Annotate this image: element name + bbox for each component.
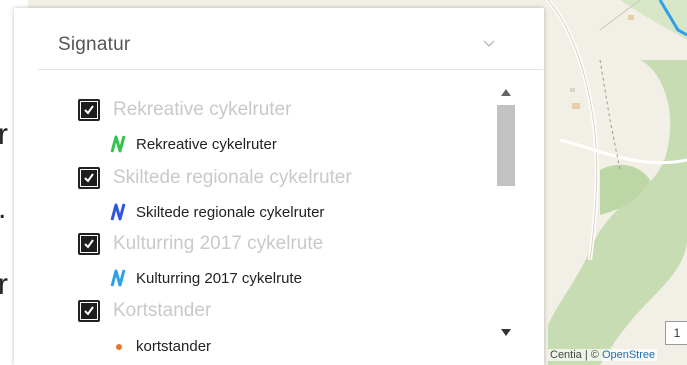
scrollbar-thumb[interactable] — [497, 105, 515, 186]
legend-group-label: Kortstander — [113, 300, 212, 321]
legend-group-label: Rekreative cykelruter — [113, 99, 292, 120]
legend-group-label: Skiltede regionale cykelruter — [113, 167, 352, 188]
map-text-fragment: r — [0, 268, 8, 301]
legend-panel-header[interactable]: Signatur — [14, 8, 544, 72]
legend-panel: Signatur Rekreative cykelruter Rekreativ… — [14, 8, 544, 365]
legend-item-label: kortstander — [136, 338, 212, 355]
checkmark-icon — [84, 239, 94, 249]
legend-item-label: Rekreative cykelruter — [136, 135, 277, 153]
cycle-route-icon — [110, 269, 126, 287]
layer-checkbox[interactable] — [78, 233, 100, 255]
cycle-route-icon — [110, 203, 126, 221]
attribution-text: Centia | © — [550, 349, 602, 361]
panel-title: Signatur — [58, 34, 131, 55]
layer-checkbox[interactable] — [78, 167, 100, 189]
scroll-down-arrow-icon[interactable] — [499, 326, 513, 338]
openstreetmap-link[interactable]: OpenStree — [602, 349, 655, 361]
legend-item: Kulturring 2017 cykelrute — [110, 269, 302, 287]
checkmark-icon — [84, 306, 94, 316]
map-text-fragment: . — [0, 192, 6, 226]
legend-group-rekreative[interactable]: Rekreative cykelruter — [78, 99, 291, 121]
map-text-fragment: r — [0, 118, 8, 151]
cycle-route-icon — [110, 135, 126, 153]
dot-icon — [116, 343, 122, 350]
map-attribution: Centia | © OpenStree — [548, 349, 658, 361]
scroll-up-arrow-icon[interactable] — [499, 86, 513, 98]
legend-item: kortstander — [116, 338, 211, 355]
layer-checkbox[interactable] — [78, 300, 100, 322]
legend-group-label: Kulturring 2017 cykelrute — [113, 233, 324, 254]
layer-checkbox[interactable] — [78, 99, 100, 121]
header-divider — [38, 69, 543, 70]
legend-item-label: Kulturring 2017 cykelrute — [136, 269, 302, 287]
legend-group-kortstander[interactable]: Kortstander — [78, 300, 211, 322]
checkmark-icon — [84, 105, 94, 115]
legend-item: Rekreative cykelruter — [110, 135, 277, 153]
map-scale-box: 1 — [665, 321, 687, 345]
legend-item-label: Skiltede regionale cykelruter — [136, 203, 325, 221]
checkmark-icon — [84, 173, 94, 183]
legend-item: Skiltede regionale cykelruter — [110, 203, 324, 221]
legend-group-kulturring[interactable]: Kulturring 2017 cykelrute — [78, 233, 323, 255]
chevron-down-icon[interactable] — [482, 36, 496, 50]
legend-group-skiltede[interactable]: Skiltede regionale cykelruter — [78, 167, 352, 189]
